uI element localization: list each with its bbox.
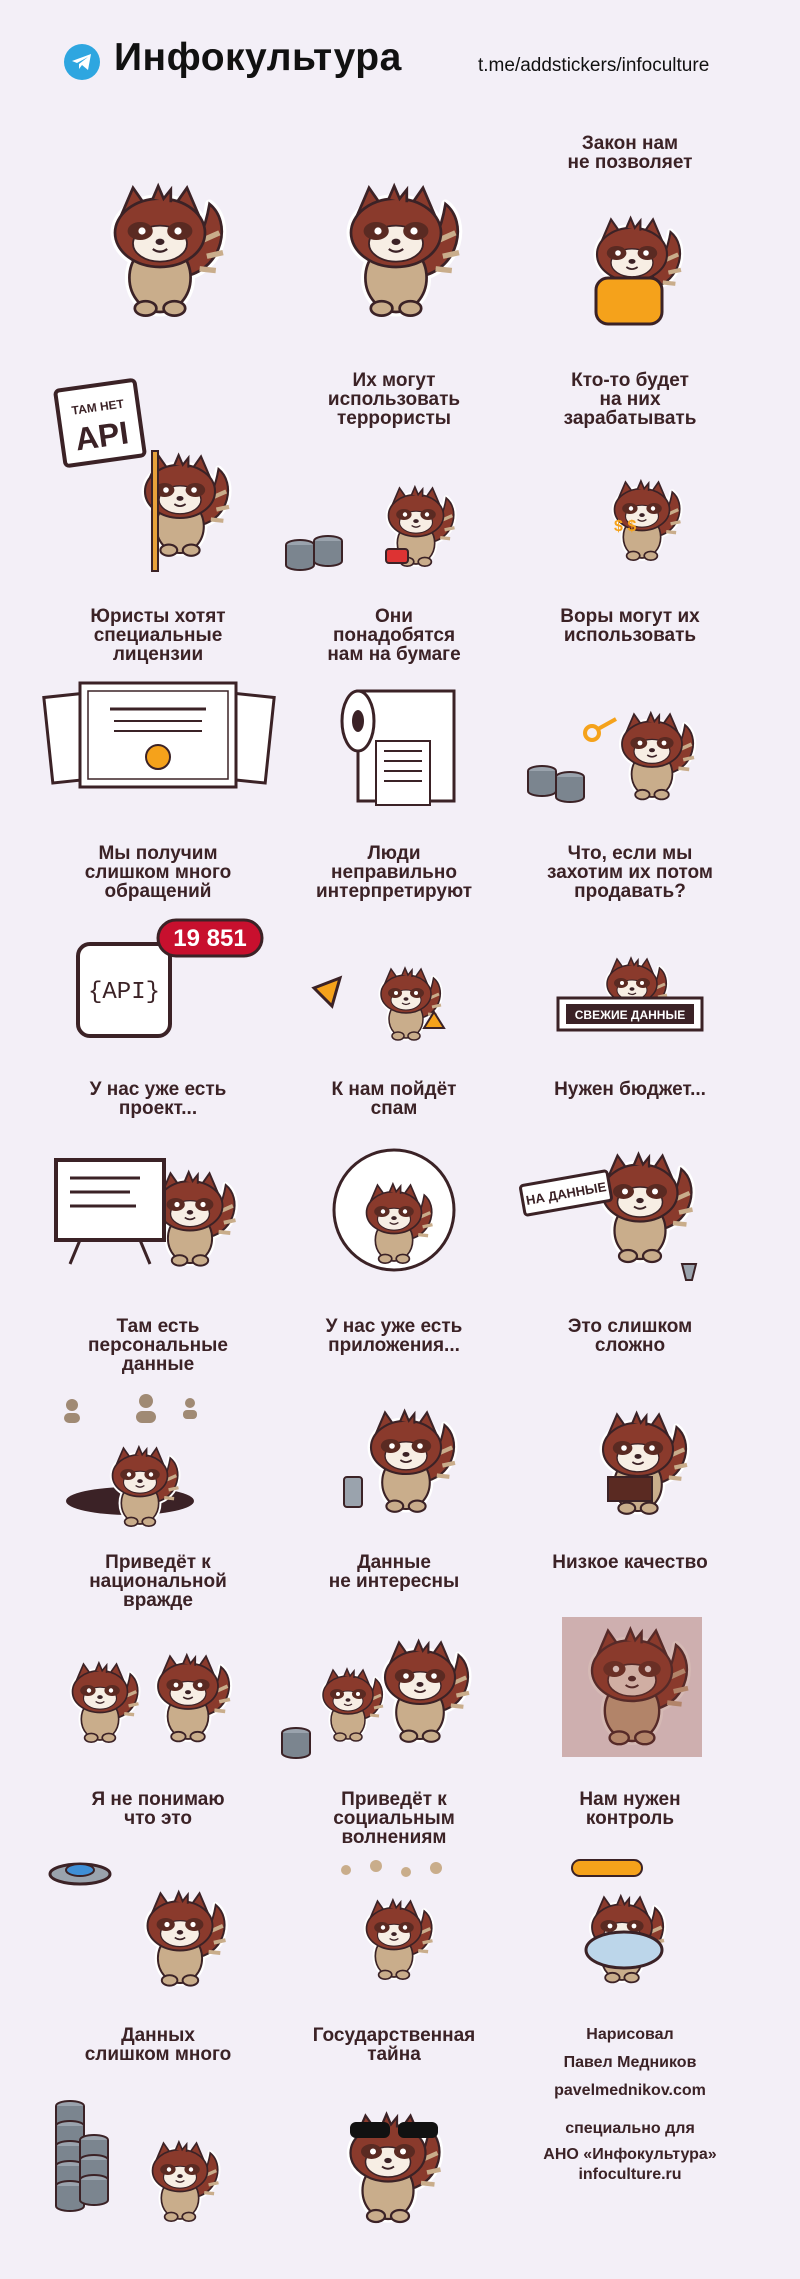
sticker-art xyxy=(110,182,227,317)
header: Инфокультура t.me/addstickers/infocultur… xyxy=(0,0,800,120)
api-label: {API} xyxy=(88,979,160,1006)
sticker-14[interactable]: К нам пойдёт спам xyxy=(276,1064,512,1300)
sticker-art xyxy=(346,182,463,317)
database-icon xyxy=(527,765,585,803)
sticker-24[interactable]: Нам нужен контроль xyxy=(512,1774,748,2010)
org-site-link[interactable]: infoculture.ru xyxy=(512,2166,748,2184)
database-icon xyxy=(285,535,343,571)
notification-counter: 19 851 xyxy=(173,925,246,952)
sticker-23[interactable]: Приведёт к социальным волнениям xyxy=(276,1774,512,2010)
api-box-icon: {API} 19 851 xyxy=(76,918,264,1038)
ufo-icon xyxy=(48,1862,112,1886)
sticker-caption: Данные не интересны xyxy=(328,1552,460,1592)
protest-sign: ТАМ НЕТ API xyxy=(53,378,159,572)
sticker-caption: Кто-то будет на них зарабатывать xyxy=(563,370,697,429)
sticker-caption: Низкое качество xyxy=(552,1552,708,1573)
book-icon xyxy=(607,1476,653,1502)
sticker-5[interactable]: Их могут использовать террористы xyxy=(276,355,512,591)
sticker-9[interactable]: Воры могут их использовать xyxy=(512,591,748,827)
sticker-11[interactable]: Люди неправильно интерпретируют xyxy=(276,828,512,1064)
sticker-caption: У нас уже есть приложения... xyxy=(325,1316,463,1356)
sticker-25[interactable]: Данных слишком много xyxy=(40,2010,276,2246)
sticker-19[interactable]: Приведёт к национальной вражде xyxy=(40,1537,276,1773)
telegram-icon[interactable] xyxy=(64,44,100,80)
sticker-caption: Люди неправильно интерпретируют xyxy=(316,843,472,902)
key-icon xyxy=(583,717,617,742)
sticker-8[interactable]: Они понадобятся нам на бумаге xyxy=(276,591,512,827)
certificate-icon xyxy=(42,681,276,789)
drawn-by-label: Нарисовал xyxy=(586,2026,674,2043)
sticker-16[interactable]: Там есть персональные данные xyxy=(40,1301,276,1537)
sticker-caption: Данных слишком много xyxy=(84,2025,232,2065)
author-site-link[interactable]: pavelmednikov.com xyxy=(512,2082,748,2100)
sticker-caption: Юристы хотят специальные лицензии xyxy=(90,606,226,665)
shop-sign: СВЕЖИЕ ДАННЫЕ xyxy=(556,996,704,1032)
sticker-caption: Мы получим слишком много обращений xyxy=(84,843,232,902)
sticker-caption: Воры могут их использовать xyxy=(560,606,700,646)
pixelation-overlay xyxy=(562,1617,702,1757)
sticker-13[interactable]: У нас уже есть проект... xyxy=(40,1064,276,1300)
credits-block: Нарисовал Павел Медников pavelmednikov.c… xyxy=(512,2010,748,2246)
sticker-caption: Это слишком сложно xyxy=(567,1316,693,1356)
sticker-7[interactable]: Юристы хотят специальные лицензии xyxy=(40,591,276,827)
sticker-17[interactable]: У нас уже есть приложения... xyxy=(276,1301,512,1537)
sticker-15[interactable]: НА ДАННЫЕ Нужен бюджет... xyxy=(512,1064,748,1300)
made-for-label: специально для xyxy=(565,2120,695,2137)
sticker-pack-link[interactable]: t.me/addstickers/infoculture xyxy=(478,55,709,77)
sticker-4[interactable]: ТАМ НЕТ API xyxy=(40,355,276,591)
sticker-18[interactable]: Это слишком сложно xyxy=(512,1301,748,1537)
sticker-caption: Государственная тайна xyxy=(312,2025,476,2065)
sticker-20[interactable]: Данные не интересны xyxy=(276,1537,512,1773)
org-name: АНО «Инфокультура» xyxy=(543,2146,717,2163)
sticker-caption: Я не понимаю что это xyxy=(91,1789,225,1829)
database-stack-icon xyxy=(55,2100,109,2212)
toilet-paper-icon xyxy=(340,689,456,806)
sticker-caption: Что, если мы захотим их потом продавать? xyxy=(547,843,713,902)
reaction-icons xyxy=(341,1860,442,1877)
svg-text:$ $: $ $ xyxy=(614,518,636,535)
sticker-2[interactable] xyxy=(276,118,512,354)
sticker-caption: Нам нужен контроль xyxy=(579,1789,681,1829)
sticker-art: ТАМ НЕТ API xyxy=(53,378,232,572)
sticker-caption: Там есть персональные данные xyxy=(88,1316,228,1375)
phone-icon xyxy=(343,1476,363,1508)
sticker-caption: К нам пойдёт спам xyxy=(331,1079,457,1119)
sticker-caption: Приведёт к национальной вражде xyxy=(89,1552,227,1611)
sticker-caption: Они понадобятся нам на бумаге xyxy=(327,606,461,665)
sticker-caption: Приведёт к социальным волнениям xyxy=(333,1789,455,1848)
sticker-caption: Нужен бюджет... xyxy=(554,1079,706,1100)
sticker-1[interactable] xyxy=(40,118,276,354)
sticker-10[interactable]: {API} 19 851 Мы получим слишком много об… xyxy=(40,828,276,1064)
dollar-eyes-icon: $ $ xyxy=(614,518,636,535)
sticker-26[interactable]: Государственная тайна xyxy=(276,2010,512,2246)
sticker-12[interactable]: СВЕЖИЕ ДАННЫЕ Что, если мы захотим их по… xyxy=(512,828,748,1064)
presentation-board-icon xyxy=(54,1158,166,1265)
shop-sign-text: СВЕЖИЕ ДАННЫЕ xyxy=(575,1008,685,1022)
sticker-6[interactable]: $ $ Кто-то будет на них зарабатывать xyxy=(512,355,748,591)
sticker-caption: Закон нам не позволяет xyxy=(567,133,693,173)
page-title: Инфокультура xyxy=(114,36,402,79)
sticker-caption: Их могут использовать террористы xyxy=(327,370,461,429)
sticker-21[interactable]: Низкое качество xyxy=(512,1537,748,1773)
database-icon xyxy=(281,1727,311,1759)
sticker-3[interactable]: Закон нам не позволяет xyxy=(512,118,748,354)
orange-shirt xyxy=(594,276,664,326)
sign-line-2: API xyxy=(73,414,131,457)
sticker-caption: У нас уже есть проект... xyxy=(89,1079,227,1119)
author-name: Павел Медников xyxy=(563,2054,697,2071)
sticker-22[interactable]: Я не понимаю что это xyxy=(40,1774,276,2010)
